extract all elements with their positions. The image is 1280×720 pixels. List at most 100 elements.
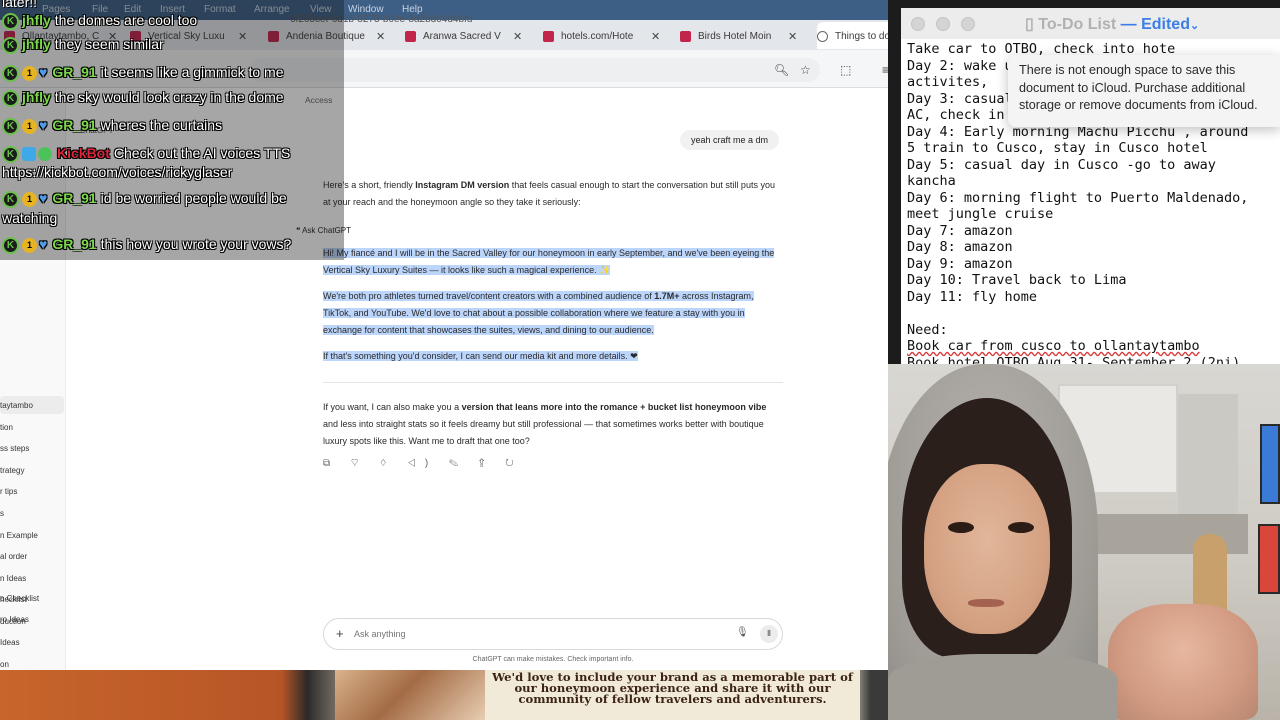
tab-favicon (405, 31, 416, 42)
tab-title: Things to do in (835, 31, 888, 42)
search-icon[interactable]: 🔍︎ (774, 63, 789, 77)
close-icon[interactable]: ✕ (513, 30, 522, 43)
divider (323, 382, 783, 383)
intro-bold: Instagram DM version (415, 180, 510, 190)
sidebar-item[interactable]: ss steps (0, 444, 29, 453)
kick-badge-icon: K (2, 236, 19, 254)
promo-card: We'd love to include your brand as a mem… (335, 670, 860, 720)
plus-icon[interactable]: + (336, 626, 344, 641)
assistant-intro: Here's a short, friendly Instagram DM ve… (323, 177, 783, 211)
chat-username: GR_91 (52, 117, 97, 133)
tab-title: Aranwa Sacred V (423, 31, 501, 42)
tab-hotels[interactable]: hotels.com/Hote ✕ (543, 22, 663, 49)
todo-titlebar: ▯ To-Do List — Edited⌄ (901, 8, 1280, 39)
chat-header-fragment: later!! (2, 0, 38, 10)
chat-username: GR_91 (52, 190, 97, 206)
dm-paragraph-2: We're both pro athletes turned travel/co… (323, 288, 783, 339)
webcam-wall-art (1258, 524, 1280, 594)
dm-text: Hi! My fiancé and I will be in the Sacre… (323, 248, 775, 275)
tab-birds-hotel[interactable]: Birds Hotel Moin ✕ (680, 22, 800, 49)
todo-line: Day 5: casual day in Cusco -go to away (907, 156, 1216, 173)
zoom-window-button[interactable] (961, 17, 975, 31)
tab-aranwa[interactable]: Aranwa Sacred V ✕ (405, 22, 525, 49)
kick-badge-icon: K (2, 89, 19, 107)
globe-icon (817, 31, 828, 42)
chat-message-continuation: https://kickbot.com/voices/rickyglaser (2, 164, 232, 184)
sidebar-item-taytambo[interactable]: taytambo (0, 401, 33, 410)
chat-text: it seems like a gimmick to me (100, 64, 284, 80)
todo-line: meet jungle cruise (907, 206, 1054, 222)
sub-badge-icon: 1 (22, 237, 37, 253)
ask-input[interactable] (354, 626, 724, 642)
message-action-icons[interactable]: ⧉ ♡ ♢ ◁) ✎ ⇪ ↻ (323, 458, 523, 469)
close-icon[interactable]: ✕ (376, 30, 385, 43)
followup-text: and less into straight stats so it feels… (323, 419, 764, 446)
todo-line: kancha (907, 173, 956, 189)
close-icon[interactable]: ✕ (788, 30, 797, 43)
dm-paragraph-1: Hi! My fiancé and I will be in the Sacre… (323, 245, 783, 279)
heart-icon: ♥ (39, 190, 48, 206)
mic-icon[interactable]: 🎙︎ (736, 627, 749, 638)
todo-line: Day 6: morning flight to Puerto Maldenad… (907, 189, 1249, 206)
chat-message: K 1 ♥ GR_91 this how you wrote your vows? (2, 236, 291, 256)
sidebar-item[interactable]: n Ideas (0, 574, 26, 583)
chat-text: watching (2, 210, 58, 226)
sidebar-item[interactable]: n Example (0, 531, 38, 540)
edited-status[interactable]: Edited (1141, 16, 1190, 33)
todo-line: Day 10: Travel back to Lima (907, 272, 1127, 288)
dm-text: If that's something you'd consider, I ca… (323, 351, 638, 361)
todo-title-text: To-Do List (1038, 16, 1117, 33)
sidebar-item[interactable]: al order (0, 552, 27, 561)
sidebar-item[interactable]: on (0, 660, 9, 669)
extension-icon[interactable]: ⬚ (840, 63, 851, 77)
close-icon[interactable]: ✕ (651, 30, 660, 43)
icloud-message: There is not enough space to save this d… (1019, 63, 1258, 112)
sidebar-item[interactable]: ro Ideas (0, 615, 29, 624)
promo-text: We'd love to include your brand as a mem… (492, 670, 853, 706)
tab-things-to-do[interactable]: Things to do in (817, 22, 888, 49)
chat-username: jhfly (22, 36, 51, 52)
chat-message: K 1 ♥ GR_91 id be worried people would be (2, 190, 287, 210)
todo-line: Day 8: amazon (907, 239, 1013, 255)
chat-message: Kjhfly they seem similar (2, 36, 164, 56)
dm-text: We're both pro athletes turned travel/co… (323, 291, 655, 301)
sidebar-item[interactable]: Ideas (0, 638, 20, 647)
todo-title: ▯ To-Do List — Edited⌄ (1025, 16, 1200, 33)
heart-icon: ♥ (39, 236, 48, 252)
chat-message: K 1 ♥ GR_91 it seems like a gimmick to me (2, 64, 284, 84)
sidebar-item[interactable]: trategy (0, 466, 24, 475)
followup-text: If you want, I can also make you a (323, 402, 462, 412)
chat-message-continuation: watching (2, 210, 57, 230)
chat-message: K 1 ♥ GR_91 wheres the curtains (2, 117, 222, 137)
sidebar-item[interactable]: tion (0, 423, 13, 432)
verified-badge-icon (38, 147, 52, 162)
webcam-eye (948, 522, 974, 533)
chat-text: id be worried people would be (100, 190, 287, 206)
heart-icon: ♥ (39, 117, 48, 133)
sidebar-item[interactable]: s (0, 509, 4, 518)
chat-text: https://kickbot.com/voices/rickyglaser (2, 164, 233, 180)
chat-message: Kjhfly the sky would look crazy in the do… (2, 89, 284, 109)
sidebar-item[interactable]: r tips (0, 487, 17, 496)
webcam-body (888, 654, 1118, 720)
menu-icon[interactable]: ≡ (882, 63, 888, 77)
chat-text: wheres the curtains (100, 117, 223, 133)
sub-badge-icon: 1 (22, 65, 37, 81)
minimize-window-button[interactable] (936, 17, 950, 31)
sidebar-item[interactable]: o Checklist (0, 594, 39, 603)
dm-paragraph-3: If that's something you'd consider, I ca… (323, 348, 783, 365)
disclaimer-text: ChatGPT can make mistakes. Check importa… (472, 656, 634, 663)
chevron-down-icon[interactable]: ⌄ (1190, 20, 1199, 32)
webcam-chair (1108, 604, 1258, 720)
todo-line: Need: (907, 321, 948, 338)
followup-bold: version that leans more into the romance… (461, 402, 767, 412)
kick-badge-icon: K (2, 36, 19, 54)
todo-line: Book car from cusco to ollantaytambo (907, 338, 1200, 354)
chat-username: jhfly (22, 89, 51, 105)
document-icon: ▯ (1025, 16, 1034, 33)
tab-title: hotels.com/Hote (561, 31, 634, 42)
star-icon[interactable]: ☆ (800, 63, 811, 77)
voice-mode-icon[interactable]: ⦀ (760, 625, 778, 643)
chat-text: this how you wrote your vows? (100, 236, 292, 252)
close-window-button[interactable] (911, 17, 925, 31)
